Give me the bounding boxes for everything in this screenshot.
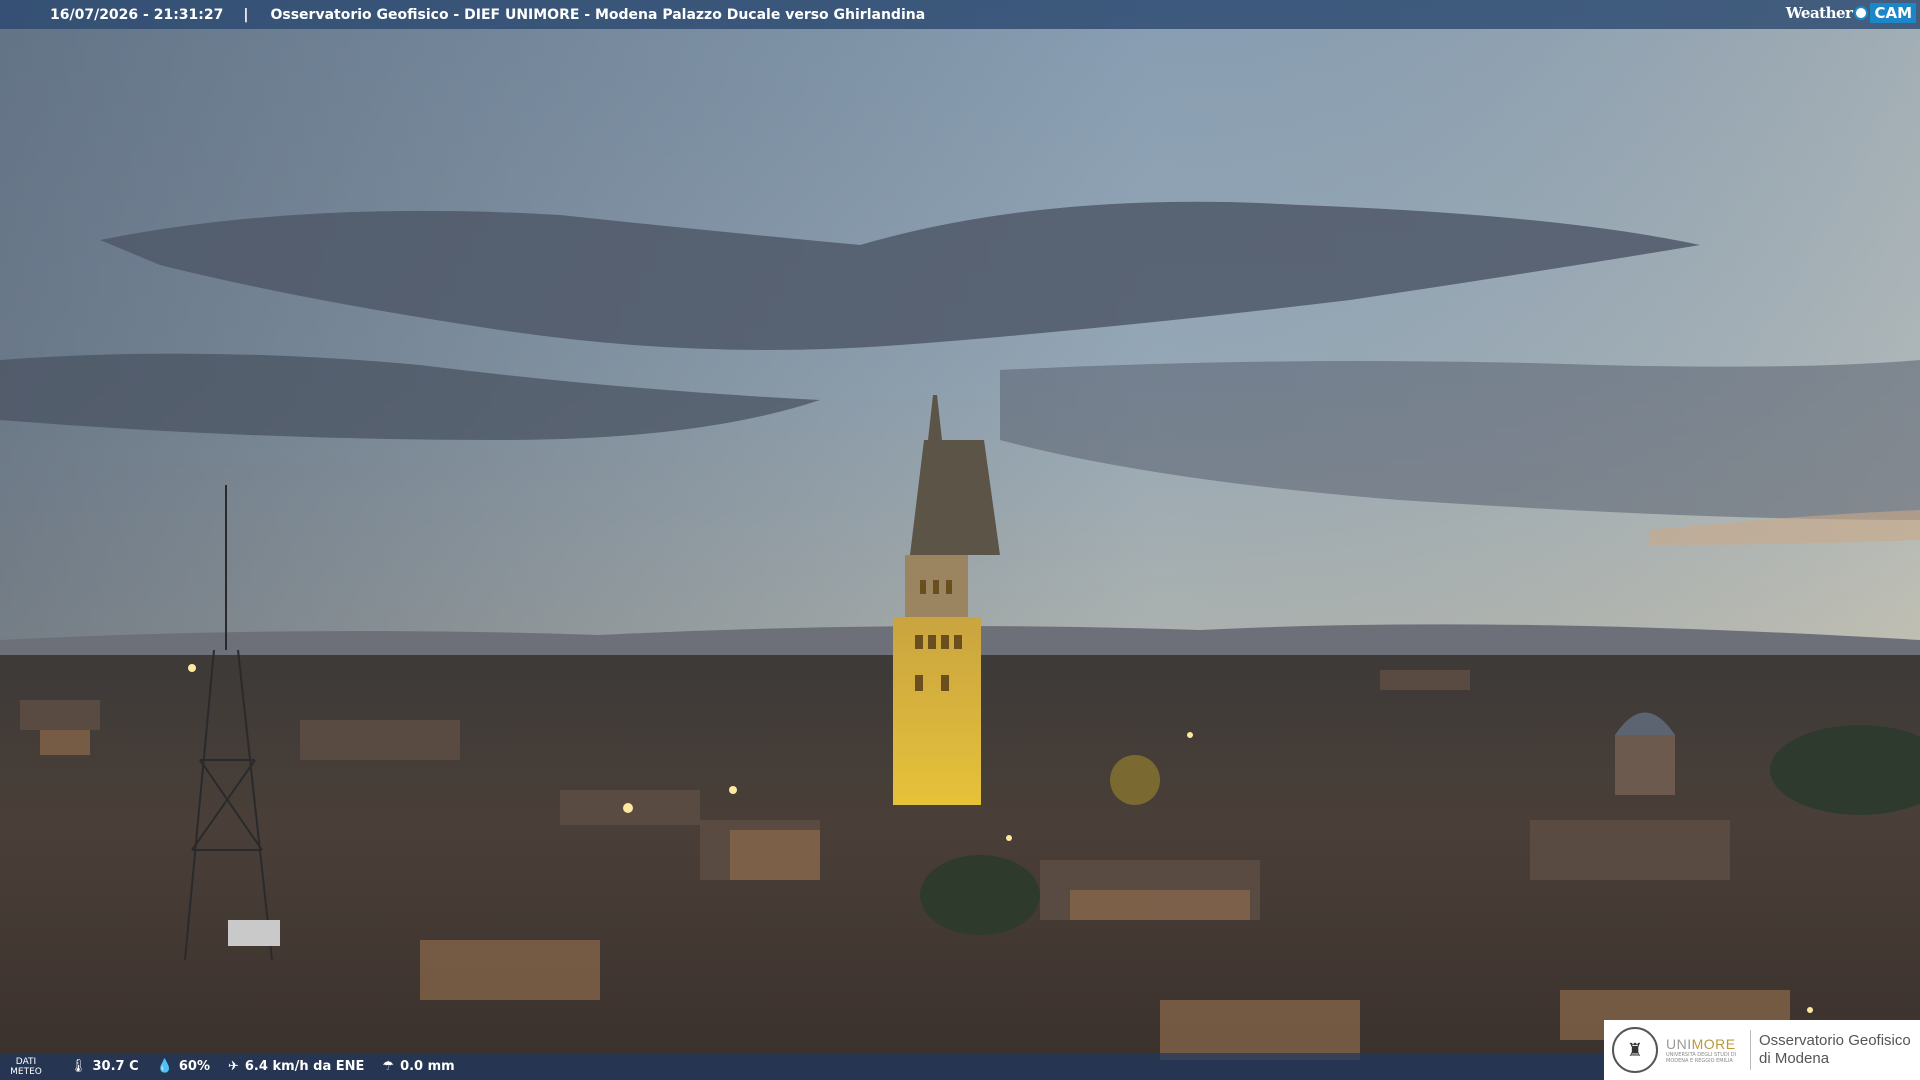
brand-divider [1750,1030,1751,1070]
droplet-icon: 💧 [156,1059,173,1074]
webcam-scene [0,0,1920,1080]
thermometer-icon: 🌡 [70,1059,87,1074]
unimore-brand-badge: ♜ UNIMORE UNIVERSITÀ DEGLI STUDI DI MODE… [1604,1020,1920,1080]
rain-readout: ☂ 0.0 mm [382,1059,454,1074]
observatory-name: Osservatorio Geofisico di Modena [1759,1032,1911,1067]
temperature-value: 30.7 C [92,1059,139,1074]
wind-icon: ✈ [227,1059,239,1074]
camera-title: Osservatorio Geofisico - DIEF UNIMORE - … [270,6,926,23]
webcam-header-bar: 16/07/2026 - 21:31:27 | Osservatorio Geo… [0,0,1920,29]
humidity-readout: 💧 60% [157,1059,210,1074]
humidity-value: 60% [178,1059,210,1074]
temperature-readout: 🌡 30.7 C [70,1059,139,1074]
wind-value: 6.4 km/h da ENE [244,1059,365,1074]
rain-icon: ☂ [382,1059,395,1074]
logo-cam-text: CAM [1870,3,1916,23]
weathercam-logo: Weather CAM [1786,3,1916,23]
logo-dot-icon [1854,6,1869,20]
timestamp: 16/07/2026 - 21:31:27 [50,6,224,23]
university-seal-icon: ♜ [1612,1027,1658,1073]
header-separator: | [243,6,249,23]
unimore-wordmark: UNIMORE UNIVERSITÀ DEGLI STUDI DI MODENA… [1666,1036,1737,1064]
wind-readout: ✈ 6.4 km/h da ENE [228,1059,364,1074]
rain-value: 0.0 mm [400,1059,455,1074]
weather-data-bar: DATI METEO 🌡 30.7 C 💧 60% ✈ 6.4 km/h da … [0,1053,1605,1080]
logo-weather-text: Weather [1785,4,1853,22]
weather-data-label: DATI METEO [10,1056,42,1077]
